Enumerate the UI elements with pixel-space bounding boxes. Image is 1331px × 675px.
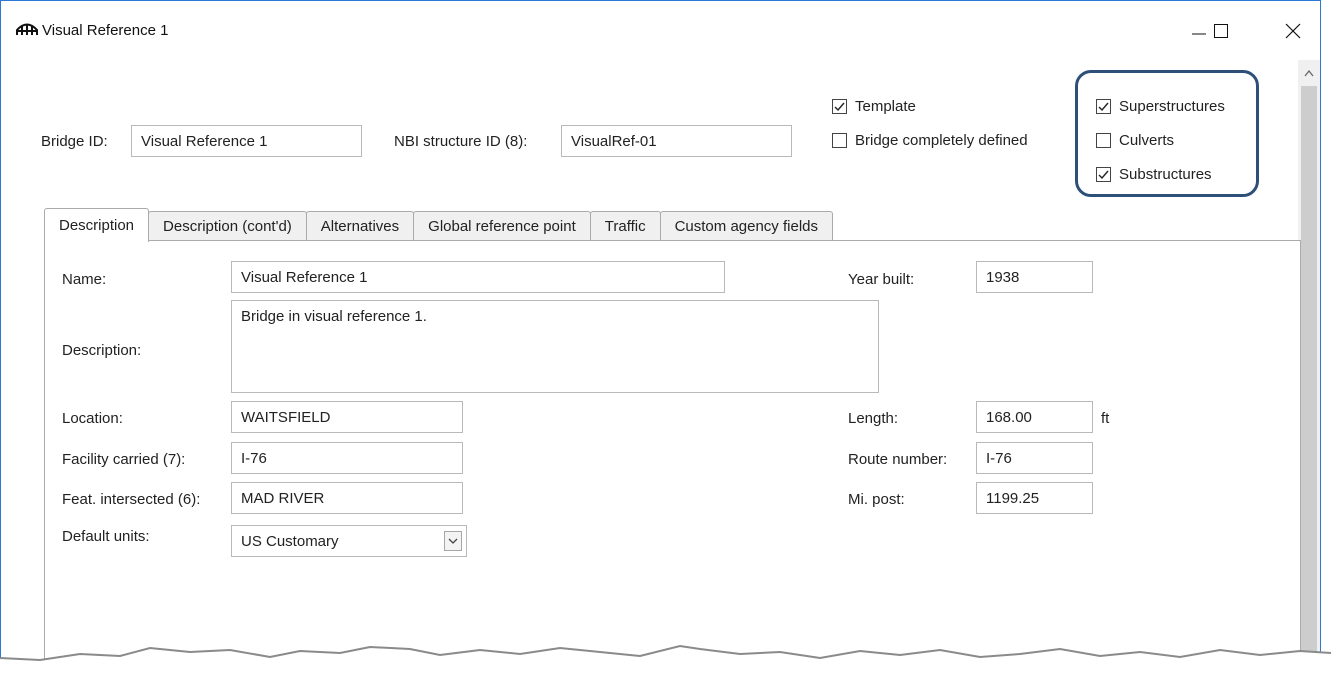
feature-intersected-input[interactable] xyxy=(231,482,463,514)
tab-custom-agency-fields[interactable]: Custom agency fields xyxy=(659,211,833,241)
length-input[interactable] xyxy=(976,401,1093,433)
chevron-up-icon xyxy=(1304,69,1314,76)
description-label: Description: xyxy=(62,342,142,359)
bridge-icon xyxy=(16,23,38,35)
nbi-structure-id-input[interactable] xyxy=(561,125,792,157)
tab-traffic[interactable]: Traffic xyxy=(589,211,661,241)
checkbox-box xyxy=(1096,133,1111,148)
checkbox-box xyxy=(1096,167,1111,182)
checkbox-box xyxy=(1096,99,1111,114)
superstructures-checkbox[interactable]: Superstructures xyxy=(1096,98,1225,115)
location-label: Location: xyxy=(62,410,123,427)
tab-global-reference-point[interactable]: Global reference point xyxy=(413,211,591,241)
scroll-up-button[interactable] xyxy=(1298,60,1320,86)
year-built-input[interactable] xyxy=(976,261,1093,293)
chevron-down-icon xyxy=(448,538,458,544)
bridge-id-label: Bridge ID: xyxy=(41,133,108,150)
maximize-button[interactable] xyxy=(1201,14,1241,48)
torn-edge-decoration xyxy=(0,644,1331,675)
close-icon xyxy=(1285,23,1301,39)
substructures-label: Substructures xyxy=(1119,166,1212,183)
substructures-checkbox[interactable]: Substructures xyxy=(1096,166,1212,183)
feature-intersected-label: Feat. intersected (6): xyxy=(62,491,201,508)
default-units-select[interactable]: US Customary xyxy=(231,525,467,557)
name-input[interactable] xyxy=(231,261,725,293)
tab-description-contd[interactable]: Description (cont'd) xyxy=(148,211,307,241)
title-bar: Visual Reference 1 xyxy=(0,0,1321,60)
checkmark-icon xyxy=(1098,170,1109,180)
scrollbar-thumb[interactable] xyxy=(1301,86,1317,675)
facility-carried-input[interactable] xyxy=(231,442,463,474)
bridge-id-input[interactable] xyxy=(131,125,362,157)
template-label: Template xyxy=(855,98,916,115)
checkmark-icon xyxy=(834,102,845,112)
default-units-label: Default units: xyxy=(62,528,150,545)
superstructures-label: Superstructures xyxy=(1119,98,1225,115)
tab-description[interactable]: Description xyxy=(44,208,150,242)
checkbox-box xyxy=(832,133,847,148)
description-textarea[interactable]: Bridge in visual reference 1. xyxy=(231,300,879,393)
default-units-value: US Customary xyxy=(241,532,339,550)
tab-alternatives[interactable]: Alternatives xyxy=(305,211,415,241)
template-checkbox[interactable]: Template xyxy=(832,98,916,115)
culverts-checkbox[interactable]: Culverts xyxy=(1096,132,1174,149)
bridge-completely-defined-label: Bridge completely defined xyxy=(855,132,1028,149)
bridge-completely-defined-checkbox[interactable]: Bridge completely defined xyxy=(832,132,1028,149)
dropdown-button[interactable] xyxy=(444,531,462,551)
nbi-structure-id-label: NBI structure ID (8): xyxy=(394,133,528,150)
culverts-label: Culverts xyxy=(1119,132,1175,149)
route-number-label: Route number: xyxy=(848,451,948,468)
name-label: Name: xyxy=(62,271,107,288)
length-label: Length: xyxy=(848,410,899,427)
maximize-icon xyxy=(1214,24,1228,38)
tab-bar: Description Description (cont'd) Alterna… xyxy=(44,208,833,242)
checkmark-icon xyxy=(1098,102,1109,112)
window-title: Visual Reference 1 xyxy=(42,22,169,39)
mile-post-label: Mi. post: xyxy=(848,491,905,508)
close-button[interactable] xyxy=(1273,14,1313,48)
length-unit: ft xyxy=(1101,410,1110,427)
year-built-label: Year built: xyxy=(848,271,915,288)
location-input[interactable] xyxy=(231,401,463,433)
checkbox-box xyxy=(832,99,847,114)
route-number-input[interactable] xyxy=(976,442,1093,474)
mile-post-input[interactable] xyxy=(976,482,1093,514)
facility-carried-label: Facility carried (7): xyxy=(62,451,186,468)
